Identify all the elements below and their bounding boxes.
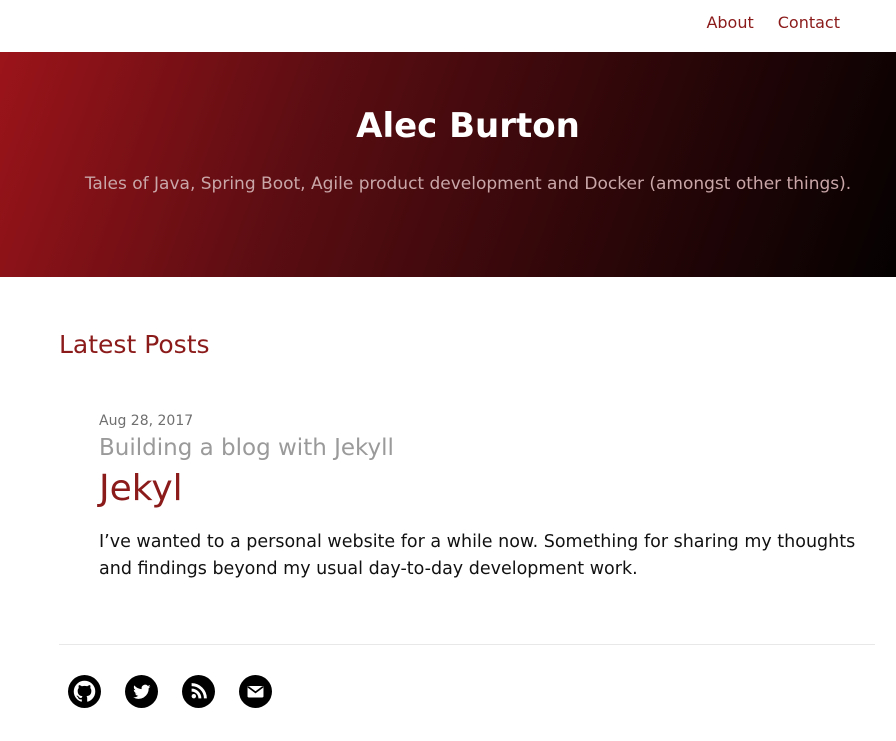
post-item: Aug 28, 2017 Building a blog with Jekyll… xyxy=(99,413,869,583)
post-subtitle[interactable]: Building a blog with Jekyll xyxy=(99,435,869,461)
nav-links: About Contact xyxy=(706,13,840,32)
top-navigation: About Contact xyxy=(0,0,896,52)
social-links xyxy=(68,675,272,708)
footer-divider xyxy=(59,644,875,645)
github-icon[interactable] xyxy=(68,675,101,708)
nav-link-about[interactable]: About xyxy=(706,13,753,32)
post-excerpt: I’ve wanted to a personal website for a … xyxy=(99,531,856,579)
site-title: Alec Burton xyxy=(356,106,580,146)
mail-icon[interactable] xyxy=(239,675,272,708)
twitter-icon[interactable] xyxy=(125,675,158,708)
post-date: Aug 28, 2017 xyxy=(99,413,194,429)
section-title: Latest Posts xyxy=(59,330,210,359)
rss-icon[interactable] xyxy=(182,675,215,708)
nav-link-contact[interactable]: Contact xyxy=(778,13,840,32)
hero-banner: Alec Burton Tales of Java, Spring Boot, … xyxy=(0,52,896,277)
site-tagline: Tales of Java, Spring Boot, Agile produc… xyxy=(84,174,852,194)
post-title[interactable]: Jekyl xyxy=(99,469,869,509)
